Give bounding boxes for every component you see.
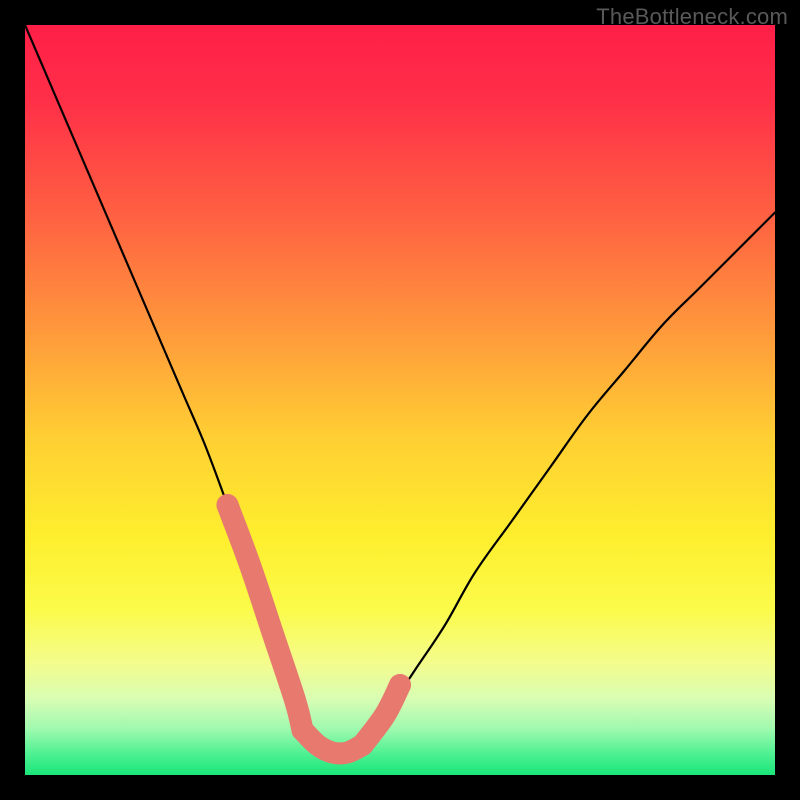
optimal-endcap — [352, 734, 374, 756]
chart-plot-area — [25, 25, 775, 775]
optimal-endcap — [389, 674, 411, 696]
optimal-zone-markers — [217, 494, 412, 756]
optimal-segment — [228, 505, 303, 730]
optimal-endcap — [217, 494, 239, 516]
bottleneck-curve — [25, 25, 775, 754]
chart-frame — [25, 25, 775, 775]
optimal-endcap — [292, 719, 314, 741]
